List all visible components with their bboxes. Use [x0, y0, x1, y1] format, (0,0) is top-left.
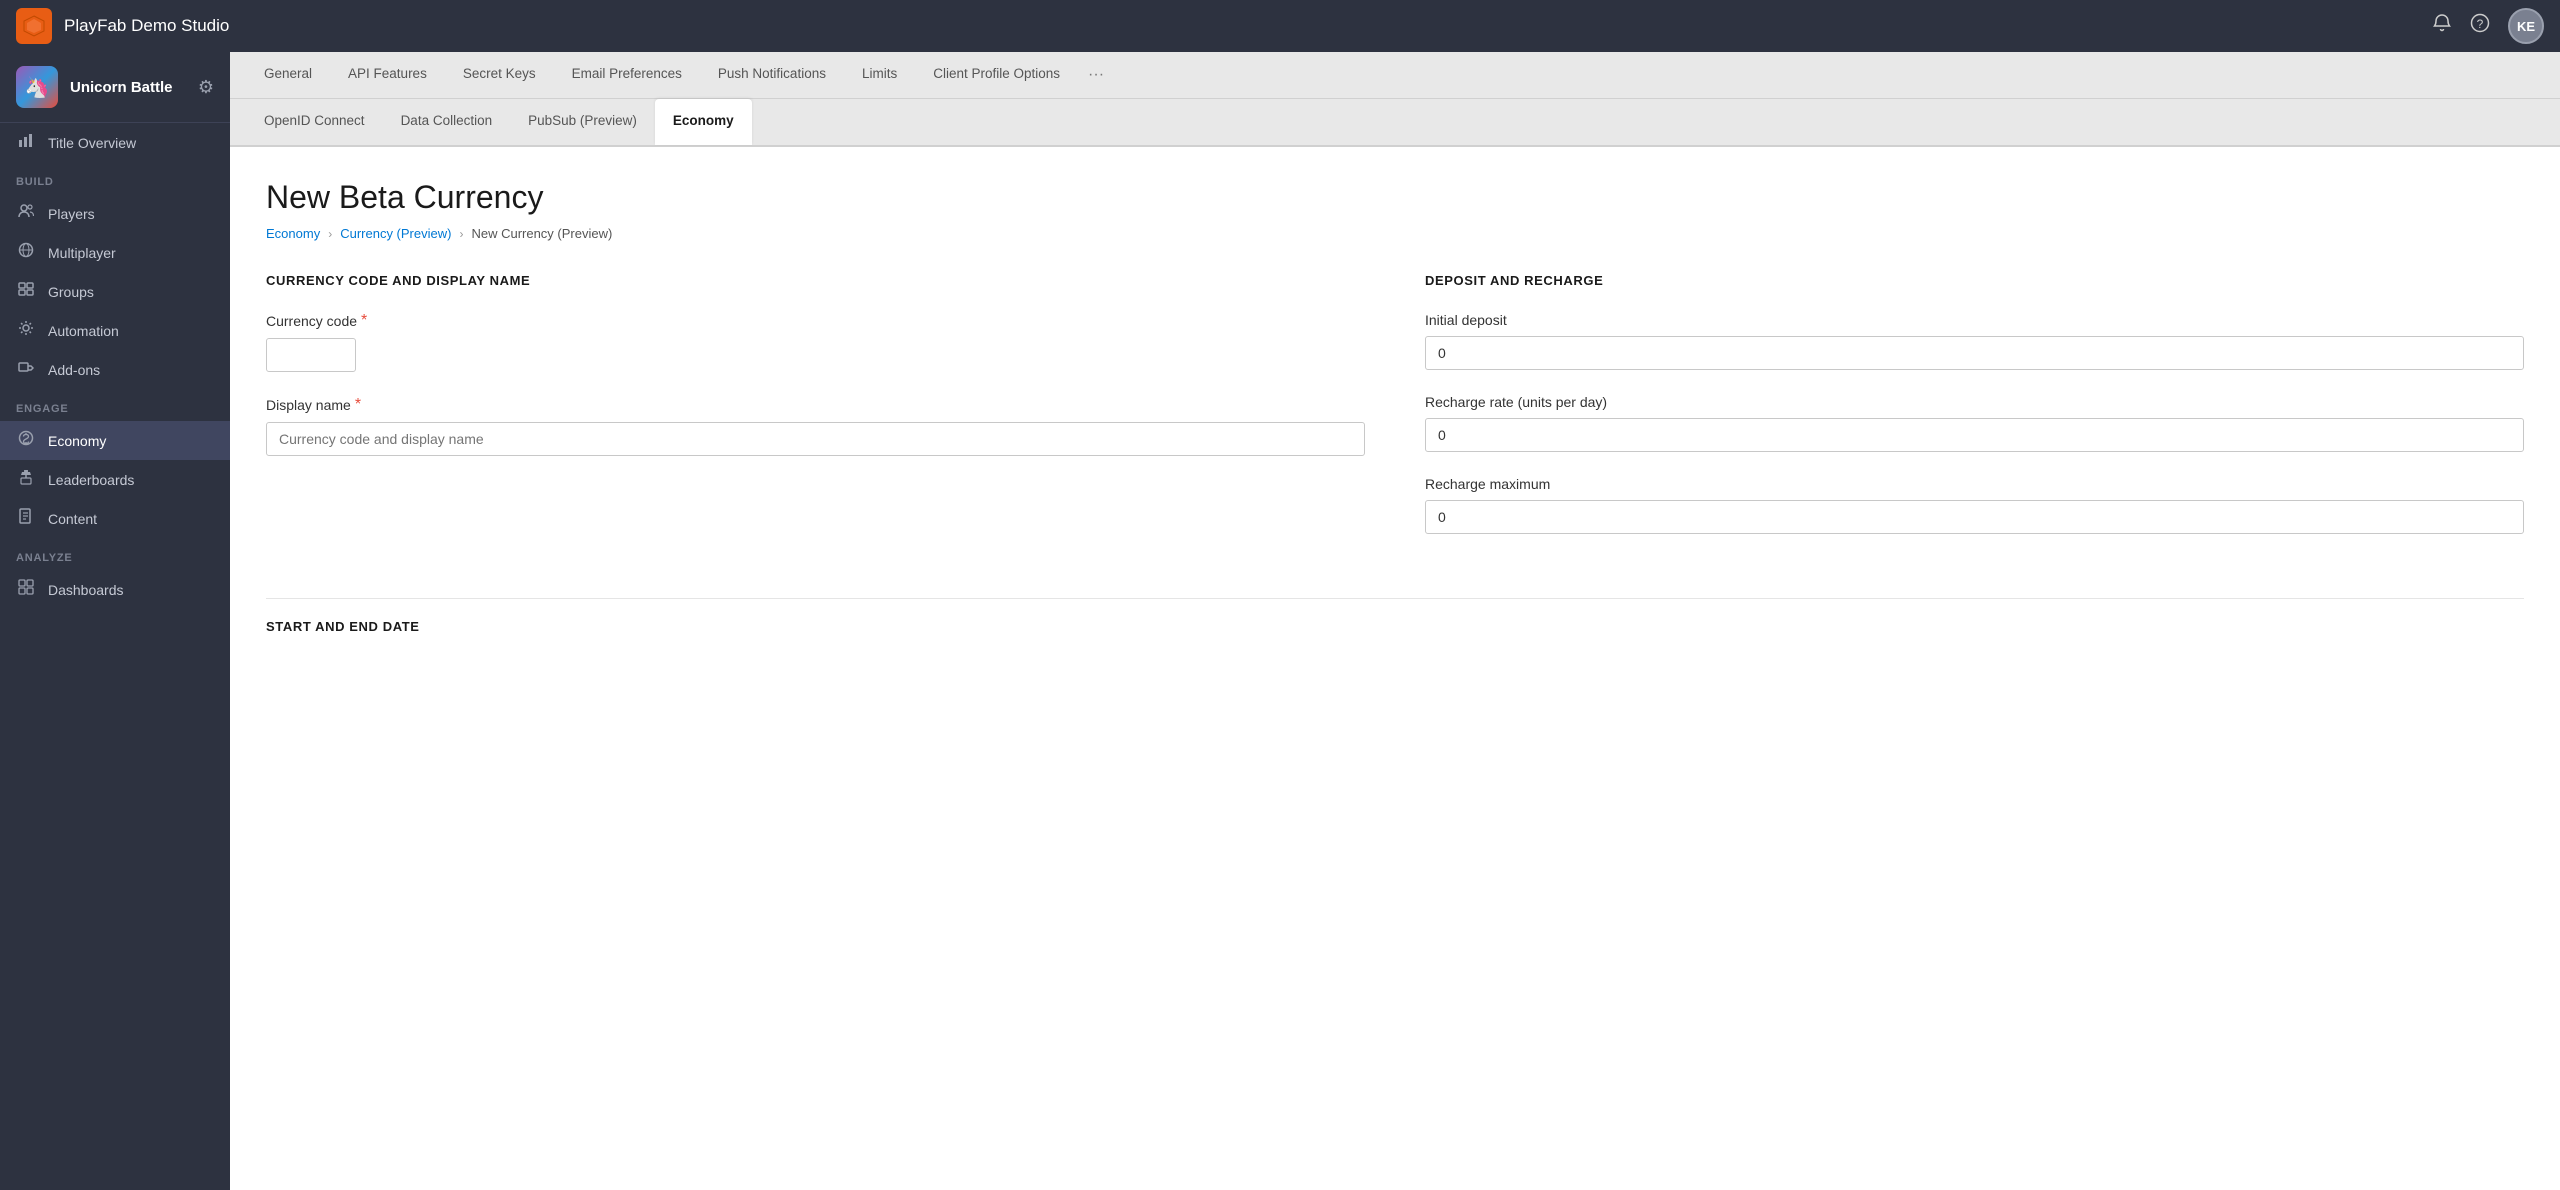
content-area: General API Features Secret Keys Email P…	[230, 52, 2560, 1190]
recharge-rate-field: Recharge rate (units per day)	[1425, 394, 2524, 452]
tab-bar-secondary: OpenID Connect Data Collection PubSub (P…	[230, 99, 2560, 147]
sidebar-item-addons[interactable]: Add-ons	[0, 350, 230, 389]
tab-economy[interactable]: Economy	[655, 99, 752, 145]
sidebar-item-automation[interactable]: Automation	[0, 311, 230, 350]
main-layout: 🦄 Unicorn Battle ⚙ Title Overview BUILD	[0, 52, 2560, 1190]
tab-openid-connect[interactable]: OpenID Connect	[246, 99, 383, 145]
sidebar-label-economy: Economy	[48, 433, 106, 449]
display-name-label: Display name *	[266, 396, 1365, 414]
recharge-maximum-input[interactable]	[1425, 500, 2524, 534]
sidebar-label-players: Players	[48, 206, 95, 222]
sidebar-item-players[interactable]: Players	[0, 194, 230, 233]
sidebar-label-leaderboards: Leaderboards	[48, 472, 134, 488]
right-section-title: DEPOSIT AND RECHARGE	[1425, 273, 2524, 288]
sidebar: 🦄 Unicorn Battle ⚙ Title Overview BUILD	[0, 52, 230, 1190]
recharge-rate-label: Recharge rate (units per day)	[1425, 394, 2524, 410]
sidebar-label-multiplayer: Multiplayer	[48, 245, 116, 261]
svg-text:?: ?	[2477, 17, 2484, 31]
left-section-title: CURRENCY CODE AND DISPLAY NAME	[266, 273, 1365, 288]
display-name-field: Display name *	[266, 396, 1365, 456]
sidebar-item-leaderboards[interactable]: Leaderboards	[0, 460, 230, 499]
leaderboards-icon	[16, 469, 36, 490]
breadcrumb: Economy › Currency (Preview) › New Curre…	[266, 226, 2524, 241]
recharge-maximum-field: Recharge maximum	[1425, 476, 2524, 534]
currency-code-required: *	[361, 312, 367, 330]
form-right-section: DEPOSIT AND RECHARGE Initial deposit Rec…	[1425, 273, 2524, 558]
automation-icon	[16, 320, 36, 341]
game-icon: 🦄	[16, 66, 58, 108]
currency-code-input[interactable]	[266, 338, 356, 372]
tab-bar-primary: General API Features Secret Keys Email P…	[230, 52, 2560, 99]
sidebar-item-dashboards[interactable]: Dashboards	[0, 570, 230, 609]
section-label-analyze: ANALYZE	[0, 538, 230, 570]
groups-icon	[16, 281, 36, 302]
studio-title: PlayFab Demo Studio	[64, 16, 2420, 36]
start-end-date-section: START AND END DATE	[266, 598, 2524, 634]
user-avatar[interactable]: KE	[2508, 8, 2544, 44]
sidebar-label-dashboards: Dashboards	[48, 582, 124, 598]
sidebar-item-content[interactable]: Content	[0, 499, 230, 538]
game-title: Unicorn Battle	[70, 79, 186, 96]
tab-email-preferences[interactable]: Email Preferences	[554, 52, 700, 98]
breadcrumb-sep-1: ›	[328, 227, 332, 241]
tab-data-collection[interactable]: Data Collection	[383, 99, 511, 145]
tab-pubsub-preview[interactable]: PubSub (Preview)	[510, 99, 655, 145]
sidebar-item-groups[interactable]: Groups	[0, 272, 230, 311]
display-name-required: *	[355, 396, 361, 414]
sidebar-label-content: Content	[48, 511, 97, 527]
header-icons: ? KE	[2432, 8, 2544, 44]
bell-icon[interactable]	[2432, 13, 2452, 39]
chart-icon	[16, 132, 36, 153]
currency-code-label: Currency code *	[266, 312, 1365, 330]
settings-gear-icon[interactable]: ⚙	[198, 77, 214, 98]
help-icon[interactable]: ?	[2470, 13, 2490, 39]
sidebar-item-economy[interactable]: Economy	[0, 421, 230, 460]
tab-api-features[interactable]: API Features	[330, 52, 445, 98]
economy-icon	[16, 430, 36, 451]
tab-push-notifications[interactable]: Push Notifications	[700, 52, 844, 98]
content-icon	[16, 508, 36, 529]
sidebar-label-groups: Groups	[48, 284, 94, 300]
tab-client-profile-options[interactable]: Client Profile Options	[915, 52, 1078, 98]
currency-code-field: Currency code *	[266, 312, 1365, 372]
tab-secret-keys[interactable]: Secret Keys	[445, 52, 554, 98]
app-logo	[16, 8, 52, 44]
sidebar-title-area: 🦄 Unicorn Battle ⚙	[0, 52, 230, 123]
tab-general[interactable]: General	[246, 52, 330, 98]
breadcrumb-sep-2: ›	[459, 227, 463, 241]
initial-deposit-field: Initial deposit	[1425, 312, 2524, 370]
breadcrumb-current: New Currency (Preview)	[471, 226, 612, 241]
form-left-section: CURRENCY CODE AND DISPLAY NAME Currency …	[266, 273, 1365, 558]
initial-deposit-input[interactable]	[1425, 336, 2524, 370]
sidebar-label-title-overview: Title Overview	[48, 135, 136, 151]
multiplayer-icon	[16, 242, 36, 263]
breadcrumb-currency-preview[interactable]: Currency (Preview)	[340, 226, 451, 241]
sidebar-item-title-overview[interactable]: Title Overview	[0, 123, 230, 162]
start-end-date-title: START AND END DATE	[266, 619, 2524, 634]
top-header: PlayFab Demo Studio ? KE	[0, 0, 2560, 52]
dashboards-icon	[16, 579, 36, 600]
sidebar-label-addons: Add-ons	[48, 362, 100, 378]
sidebar-item-multiplayer[interactable]: Multiplayer	[0, 233, 230, 272]
addons-icon	[16, 359, 36, 380]
section-label-engage: ENGAGE	[0, 389, 230, 421]
section-label-build: BUILD	[0, 162, 230, 194]
breadcrumb-economy[interactable]: Economy	[266, 226, 320, 241]
page-title: New Beta Currency	[266, 179, 2524, 216]
tab-limits[interactable]: Limits	[844, 52, 915, 98]
page-content: New Beta Currency Economy › Currency (Pr…	[230, 147, 2560, 1190]
tab-more-icon[interactable]: ···	[1078, 52, 1114, 98]
form-layout: CURRENCY CODE AND DISPLAY NAME Currency …	[266, 273, 2524, 558]
sidebar-label-automation: Automation	[48, 323, 119, 339]
players-icon	[16, 203, 36, 224]
recharge-rate-input[interactable]	[1425, 418, 2524, 452]
recharge-maximum-label: Recharge maximum	[1425, 476, 2524, 492]
initial-deposit-label: Initial deposit	[1425, 312, 2524, 328]
display-name-input[interactable]	[266, 422, 1365, 456]
